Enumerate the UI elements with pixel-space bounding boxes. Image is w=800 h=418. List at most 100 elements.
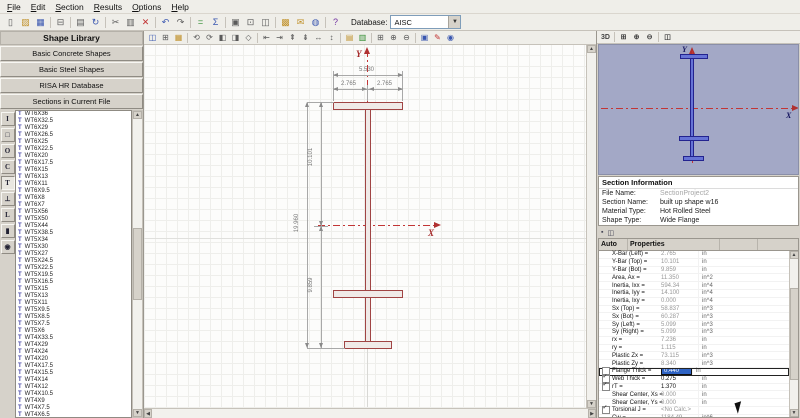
property-value[interactable]: 9.859 — [661, 267, 698, 274]
rotate-right-icon[interactable]: ⟳ — [203, 32, 216, 43]
override-checkbox[interactable] — [599, 321, 612, 329]
shape-list-item[interactable]: T WT4X10.5 — [16, 391, 131, 398]
shape-list-item[interactable]: T WT4X12 — [16, 384, 131, 391]
shape-list-item[interactable]: T WT6X17.5 — [16, 160, 131, 167]
tee-shape-tab[interactable]: T — [0, 176, 15, 190]
shape-library-button[interactable]: RISA HR Database — [0, 78, 143, 93]
solid-round-shape-tab[interactable]: ◉ — [0, 240, 15, 254]
align-bottom-icon[interactable]: ⇟ — [299, 32, 312, 43]
shape-list-item[interactable]: T WT5X15 — [16, 286, 131, 293]
align-right-icon[interactable]: ⇥ — [273, 32, 286, 43]
shape-library-button[interactable]: Basic Concrete Shapes — [0, 46, 143, 61]
shape-list-item[interactable]: T WT5X11 — [16, 300, 131, 307]
property-value[interactable]: 14.100 — [661, 290, 698, 297]
mail-icon[interactable]: ✉ — [293, 16, 308, 29]
shape-list-item[interactable]: T WT5X50 — [16, 216, 131, 223]
override-checkbox[interactable] — [599, 297, 612, 305]
menu-item[interactable]: Results — [89, 2, 127, 12]
override-checkbox[interactable] — [599, 258, 612, 266]
shape-list-item[interactable]: T WT5X44 — [16, 223, 131, 230]
globe-icon[interactable]: ◍ — [308, 16, 323, 29]
scroll-down-icon[interactable]: ▼ — [587, 400, 596, 408]
shape-list-item[interactable]: T WT4X14 — [16, 377, 131, 384]
copy-icon[interactable]: ▤ — [73, 16, 88, 29]
cut-icon[interactable]: ✂ — [108, 16, 123, 29]
properties-scrollbar[interactable]: ▲ ▼ — [789, 251, 798, 417]
scroll-thumb[interactable] — [789, 288, 798, 380]
open-folder-icon[interactable]: ▨ — [18, 16, 33, 29]
override-checkbox[interactable] — [599, 305, 612, 313]
measure-icon[interactable]: ✎ — [431, 32, 444, 43]
rotate-left-icon[interactable]: ⟲ — [190, 32, 203, 43]
shape-list-item[interactable]: T WT5X22.5 — [16, 265, 131, 272]
property-value[interactable]: 60.287 — [661, 313, 698, 320]
shape-list-item[interactable]: T WT5X19.5 — [16, 272, 131, 279]
shape-list-item[interactable]: T WT5X30 — [16, 244, 131, 251]
override-checkbox[interactable] — [599, 282, 612, 290]
copy-view-icon[interactable]: ◫ — [661, 32, 674, 43]
snap-icon[interactable]: ▦ — [172, 32, 185, 43]
shape-list[interactable]: T WT6X36 T WT6X32.5 T WT6X29 T WT6X26.5 … — [15, 110, 132, 418]
zoom-extents-icon[interactable]: ⊞ — [617, 32, 630, 43]
view3d-panel[interactable]: Y X — [598, 44, 799, 175]
undo-icon[interactable]: ↶ — [158, 16, 173, 29]
delete-icon[interactable]: ✕ — [138, 16, 153, 29]
property-value[interactable]: 11.350 — [661, 274, 698, 281]
override-checkbox[interactable] — [599, 391, 612, 399]
shape-list-item[interactable]: T WT5X8.5 — [16, 314, 131, 321]
override-checkbox[interactable] — [599, 405, 612, 415]
redo-icon[interactable]: ↷ — [173, 16, 188, 29]
shape-list-item[interactable]: T WT6X8 — [16, 195, 131, 202]
save-icon[interactable]: ▦ — [33, 16, 48, 29]
scroll-right-icon[interactable]: ▶ — [588, 409, 596, 418]
merge-shape-icon[interactable]: ▥ — [356, 32, 369, 43]
zoom-in-icon[interactable]: ⊕ — [630, 32, 643, 43]
property-value[interactable]: 5.099 — [661, 329, 698, 336]
shape-list-item[interactable]: T WT5X9.5 — [16, 307, 131, 314]
override-checkbox[interactable] — [599, 250, 612, 258]
shape-list-item[interactable]: T WT5X6 — [16, 328, 131, 335]
shape-list-item[interactable]: T WT6X36 — [16, 111, 131, 118]
tube-shape-tab[interactable]: □ — [0, 128, 15, 142]
menu-item[interactable]: Options — [127, 2, 166, 12]
stretch-vertical-icon[interactable]: ↕ — [325, 32, 338, 43]
middle-flange[interactable] — [333, 290, 403, 298]
scroll-up-icon[interactable]: ▲ — [133, 111, 142, 119]
shape-list-item[interactable]: T WT4X7.5 — [16, 405, 131, 412]
scroll-up-icon[interactable]: ▲ — [789, 251, 798, 259]
property-value[interactable]: 73.115 — [661, 352, 698, 359]
override-checkbox[interactable] — [599, 336, 612, 344]
shape-list-item[interactable]: T WT6X22.5 — [16, 146, 131, 153]
shape-list-item[interactable]: T WT6X11 — [16, 181, 131, 188]
scroll-down-icon[interactable]: ▼ — [789, 409, 798, 417]
zoom-out-icon[interactable]: ⊖ — [400, 32, 413, 43]
refresh-icon[interactable]: ↻ — [88, 16, 103, 29]
shape-library-button[interactable]: Sections in Current File — [0, 94, 143, 109]
wide-flange-shape-tab[interactable]: I — [0, 112, 15, 126]
property-value[interactable]: 594.34 — [661, 282, 698, 289]
shape-list-item[interactable]: T WT5X16.5 — [16, 279, 131, 286]
scroll-down-icon[interactable]: ▼ — [133, 409, 142, 417]
override-checkbox[interactable] — [599, 344, 612, 352]
shape-list-item[interactable]: T WT4X33.5 — [16, 335, 131, 342]
shape-list-item[interactable]: T WT4X24 — [16, 349, 131, 356]
shape-list-item[interactable]: T WT6X32.5 — [16, 118, 131, 125]
shape-list-item[interactable]: T WT4X9 — [16, 398, 131, 405]
flip-horizontal-icon[interactable]: ◧ — [216, 32, 229, 43]
web[interactable] — [365, 109, 371, 342]
grid-icon[interactable]: ⊞ — [159, 32, 172, 43]
folder-icon[interactable]: ▩ — [278, 16, 293, 29]
database-select[interactable]: AISC ▼ — [390, 15, 462, 29]
override-checkbox[interactable] — [599, 289, 612, 297]
shape-list-item[interactable]: T WT6X26.5 — [16, 132, 131, 139]
scroll-thumb[interactable] — [133, 228, 142, 300]
chevron-down-icon[interactable]: ▼ — [448, 16, 461, 28]
zoom-in-icon[interactable]: ⊕ — [387, 32, 400, 43]
formula-icon[interactable]: Σ — [208, 16, 223, 29]
new-file-icon[interactable]: ▯ — [3, 16, 18, 29]
shape-list-item[interactable]: T WT6X13 — [16, 174, 131, 181]
align-left-icon[interactable]: ⇤ — [260, 32, 273, 43]
section-canvas[interactable]: Y X 5.530 2.765 2.765 19.960 10.101 9.85… — [144, 45, 586, 408]
add-shape-icon[interactable]: ▤ — [343, 32, 356, 43]
property-value[interactable]: 0.000 — [661, 298, 698, 305]
